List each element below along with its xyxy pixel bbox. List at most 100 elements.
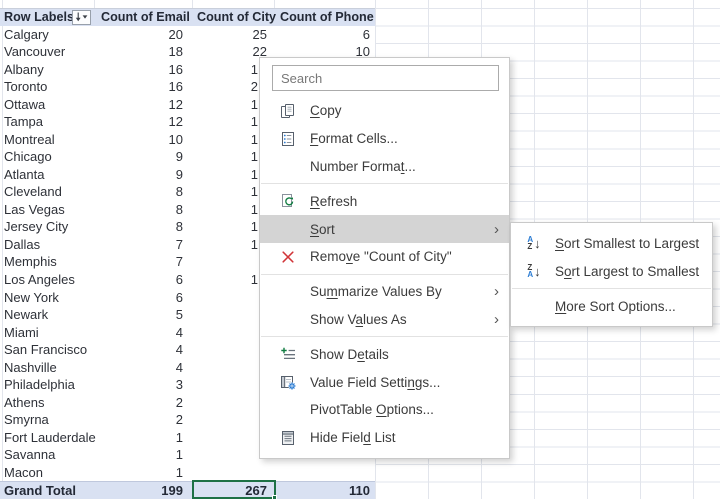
pivot-context-menu: Copy Format Cells... Number Format... Re… <box>259 57 510 459</box>
menu-item-value-field-settings[interactable]: Value Field Settings... <box>260 368 509 396</box>
value-cell-email[interactable]: 6 <box>94 271 192 289</box>
value-cell-email[interactable]: 3 <box>94 376 192 394</box>
menu-item-hide-field-list[interactable]: Hide Field List <box>260 424 509 452</box>
value-cell-phone[interactable] <box>274 464 375 482</box>
table-row: Calgary 20 25 6 <box>0 26 375 44</box>
value-cell-city[interactable]: 25 <box>192 26 274 44</box>
sort-za-icon: Z A ↓ <box>527 263 541 279</box>
gridline <box>274 0 275 8</box>
row-label-cell[interactable]: Chicago <box>0 148 94 166</box>
menu-item-format-cells[interactable]: Format Cells... <box>260 125 509 153</box>
sort-az-icon: A Z ↓ <box>527 235 541 251</box>
value-cell-email[interactable]: 4 <box>94 359 192 377</box>
grand-total-phone[interactable]: 110 <box>274 482 375 499</box>
row-label-cell[interactable]: Calgary <box>0 26 94 44</box>
menu-item-pivottable-options[interactable]: PivotTable Options... <box>260 396 509 424</box>
submenu-item-more-sort-options[interactable]: More Sort Options... <box>511 292 712 320</box>
icon-spacer <box>277 220 299 238</box>
row-label-cell[interactable]: Philadelphia <box>0 376 94 394</box>
grand-total-email[interactable]: 199 <box>94 482 192 499</box>
value-cell-email[interactable]: 2 <box>94 394 192 412</box>
row-label-cell[interactable]: San Francisco <box>0 341 94 359</box>
value-cell-email[interactable]: 1 <box>94 464 192 482</box>
row-label-cell[interactable]: Los Angeles <box>0 271 94 289</box>
value-cell-city[interactable] <box>192 464 274 482</box>
grand-total-label[interactable]: Grand Total <box>0 482 94 499</box>
menu-separator <box>512 288 711 289</box>
menu-item-remove-count-of-city[interactable]: Remove "Count of City" <box>260 243 509 271</box>
row-label-cell[interactable]: Memphis <box>0 253 94 271</box>
value-field-settings-icon <box>277 373 299 391</box>
value-cell-email[interactable]: 6 <box>94 289 192 307</box>
row-label-cell[interactable]: New York <box>0 289 94 307</box>
value-cell-email[interactable]: 1 <box>94 429 192 447</box>
value-cell-email[interactable]: 20 <box>94 26 192 44</box>
menu-item-label: Remove "Count of City" <box>310 249 452 265</box>
row-label-cell[interactable]: Dallas <box>0 236 94 254</box>
value-cell-email[interactable]: 10 <box>94 131 192 149</box>
row-label-cell[interactable]: Newark <box>0 306 94 324</box>
sort-submenu: A Z ↓ Sort Smallest to Largest Z A ↓ Sort La… <box>510 222 713 327</box>
header-count-of-email[interactable]: Count of Email <box>94 9 192 26</box>
value-cell-email[interactable]: 9 <box>94 148 192 166</box>
row-label-cell[interactable]: Atlanta <box>0 166 94 184</box>
value-cell-email[interactable]: 9 <box>94 166 192 184</box>
icon-spacer <box>277 283 299 301</box>
show-details-icon <box>277 345 299 363</box>
row-label-cell[interactable]: Las Vegas <box>0 201 94 219</box>
grand-total-row: Grand Total 199 267 110 <box>0 481 375 499</box>
row-label-cell[interactable]: Nashville <box>0 359 94 377</box>
row-label-cell[interactable]: Montreal <box>0 131 94 149</box>
menu-item-number-format[interactable]: Number Format... <box>260 153 509 181</box>
value-cell-email[interactable]: 12 <box>94 113 192 131</box>
submenu-item-sort-smallest-to-largest[interactable]: A Z ↓ Sort Smallest to Largest <box>511 229 712 257</box>
value-cell-email[interactable]: 8 <box>94 201 192 219</box>
menu-separator <box>261 336 508 338</box>
submenu-item-sort-largest-to-smallest[interactable]: Z A ↓ Sort Largest to Smallest <box>511 257 712 285</box>
menu-item-label: Copy <box>310 103 342 119</box>
menu-item-summarize-values-by[interactable]: Summarize Values By › <box>260 278 509 306</box>
menu-item-copy[interactable]: Copy <box>260 97 509 125</box>
row-label-cell[interactable]: Vancouver <box>0 43 94 61</box>
value-cell-email[interactable]: 2 <box>94 411 192 429</box>
icon-spacer <box>277 310 299 328</box>
value-cell-email[interactable]: 4 <box>94 341 192 359</box>
value-cell-email[interactable]: 16 <box>94 61 192 79</box>
row-label-cell[interactable]: Macon <box>0 464 94 482</box>
menu-item-label: Number Format... <box>310 158 416 174</box>
value-cell-email[interactable]: 12 <box>94 96 192 114</box>
value-cell-email[interactable]: 1 <box>94 446 192 464</box>
value-cell-email[interactable]: 4 <box>94 324 192 342</box>
row-labels-filter-button[interactable] <box>72 10 91 25</box>
value-cell-email[interactable]: 5 <box>94 306 192 324</box>
row-label-cell[interactable]: Savanna <box>0 446 94 464</box>
menu-item-sort[interactable]: Sort › <box>260 215 509 243</box>
menu-item-label: Format Cells... <box>310 131 398 147</box>
menu-item-show-details[interactable]: Show Details <box>260 340 509 368</box>
row-label-cell[interactable]: Athens <box>0 394 94 412</box>
value-cell-phone[interactable]: 6 <box>274 26 375 44</box>
row-label-cell[interactable]: Miami <box>0 324 94 342</box>
row-label-cell[interactable]: Jersey City <box>0 218 94 236</box>
spreadsheet-grid[interactable]: Row Labels Count of Email Count of City … <box>0 0 720 499</box>
menu-item-show-values-as[interactable]: Show Values As › <box>260 306 509 334</box>
value-cell-email[interactable]: 16 <box>94 78 192 96</box>
row-label-cell[interactable]: Toronto <box>0 78 94 96</box>
value-cell-email[interactable]: 7 <box>94 236 192 254</box>
value-cell-email[interactable]: 8 <box>94 183 192 201</box>
header-count-of-city[interactable]: Count of City <box>192 9 276 26</box>
fill-handle[interactable] <box>272 495 277 499</box>
row-label-cell[interactable]: Ottawa <box>0 96 94 114</box>
search-input[interactable] <box>272 65 499 91</box>
menu-item-label: Show Details <box>310 346 389 362</box>
row-label-cell[interactable]: Smyrna <box>0 411 94 429</box>
header-count-of-phone[interactable]: Count of Phone <box>274 9 375 26</box>
row-label-cell[interactable]: Cleveland <box>0 183 94 201</box>
row-label-cell[interactable]: Fort Lauderdale <box>0 429 96 447</box>
value-cell-email[interactable]: 7 <box>94 253 192 271</box>
row-label-cell[interactable]: Tampa <box>0 113 94 131</box>
menu-item-refresh[interactable]: Refresh <box>260 187 509 215</box>
row-label-cell[interactable]: Albany <box>0 61 94 79</box>
value-cell-email[interactable]: 8 <box>94 218 192 236</box>
value-cell-email[interactable]: 18 <box>94 43 192 61</box>
